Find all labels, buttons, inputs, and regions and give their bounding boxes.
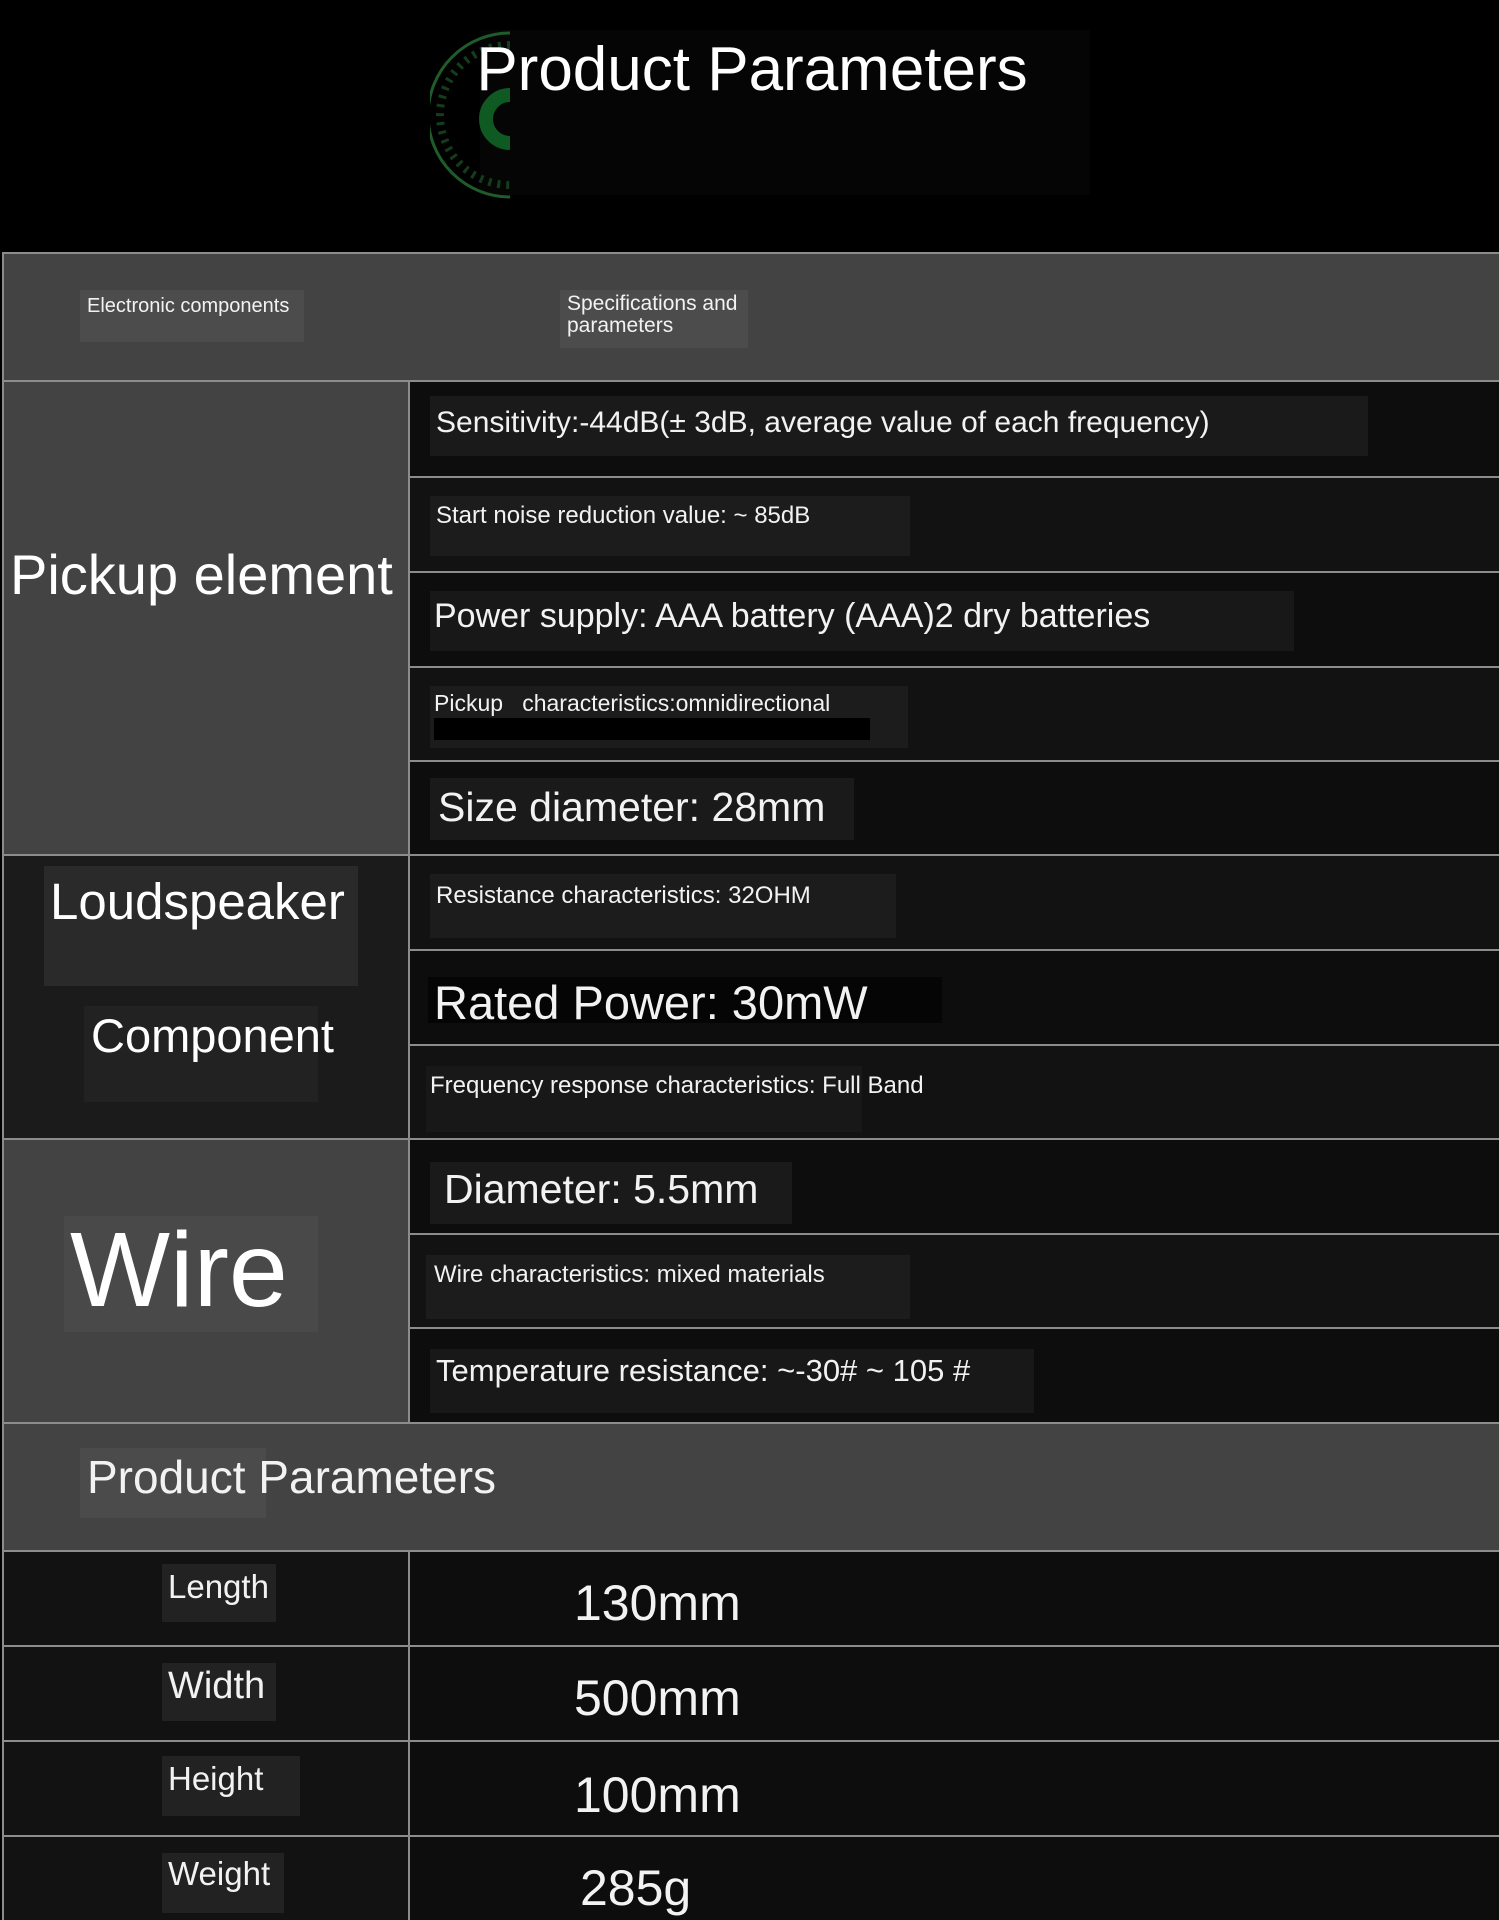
spec-row: Size diameter: 28mm (408, 760, 1499, 854)
spec-row: Frequency response characteristics: Full… (408, 1044, 1499, 1138)
group-name-line2: Component (91, 1009, 334, 1062)
param-label: Height (168, 1760, 264, 1797)
group-name: Wire (70, 1211, 288, 1329)
group-name: Pickup element (10, 543, 393, 606)
group-label-loudspeaker: Loudspeaker Component (2, 854, 408, 1138)
param-label: Length (168, 1568, 269, 1605)
product-params-title: Product Parameters (87, 1451, 497, 1503)
spec-text: Temperature resistance: ~-30# ~ 105 # (436, 1353, 971, 1388)
page-title: Product Parameters (476, 35, 1028, 104)
group-name-line1: Loudspeaker (50, 873, 345, 930)
spec-table: Electronic components Specifications and… (2, 252, 1499, 1920)
column-header-specs-line2: parameters (567, 314, 674, 337)
spec-text: Frequency response characteristics: Full… (430, 1072, 924, 1099)
column-header-components: Electronic components (87, 295, 290, 317)
param-label-cell: Length (2, 1550, 408, 1645)
column-header-specs-line1: Specifications and (567, 292, 738, 315)
spec-row: Power supply: AAA battery (AAA)2 dry bat… (408, 571, 1499, 666)
param-label: Width (168, 1665, 266, 1707)
group-label-wire: Wire (2, 1138, 408, 1422)
spec-text: Rated Power: 30mW (434, 976, 868, 1029)
spec-row: Sensitivity:-44dB(± 3dB, average value o… (408, 380, 1499, 476)
product-params-header: Product Parameters (2, 1422, 1499, 1550)
param-label-cell: Height (2, 1740, 408, 1835)
spec-text: Start noise reduction value: ~ 85dB (436, 502, 811, 529)
spec-row: Start noise reduction value: ~ 85dB (408, 476, 1499, 571)
group-label-pickup: Pickup element (2, 380, 408, 854)
param-value-cell: 285g (408, 1835, 1499, 1920)
spec-text: Size diameter: 28mm (438, 784, 826, 830)
spec-row: Diameter: 5.5mm (408, 1138, 1499, 1233)
column-header-row: Electronic components Specifications and… (2, 252, 1499, 380)
spec-row: Temperature resistance: ~-30# ~ 105 # (408, 1327, 1499, 1422)
param-value-cell: 130mm (408, 1550, 1499, 1645)
spec-text: Pickup characteristics:omnidirectional (434, 690, 831, 716)
spec-row: Resistance characteristics: 32OHM (408, 854, 1499, 949)
param-value: 130mm (574, 1575, 741, 1631)
text-plate-dark (434, 718, 870, 740)
spec-text: Resistance characteristics: 32OHM (436, 882, 811, 909)
param-value-cell: 500mm (408, 1645, 1499, 1740)
spec-text: Diameter: 5.5mm (444, 1166, 759, 1212)
param-value: 285g (580, 1860, 692, 1916)
param-value-cell: 100mm (408, 1740, 1499, 1835)
spec-row: Rated Power: 30mW (408, 949, 1499, 1044)
param-label: Weight (168, 1855, 271, 1892)
spec-row: Wire characteristics: mixed materials (408, 1233, 1499, 1327)
param-label-cell: Weight (2, 1835, 408, 1920)
spec-text: Wire characteristics: mixed materials (434, 1261, 825, 1288)
spec-text: Sensitivity:-44dB(± 3dB, average value o… (436, 406, 1210, 439)
param-label-cell: Width (2, 1645, 408, 1740)
param-value: 500mm (574, 1670, 741, 1726)
spec-row: Pickup characteristics:omnidirectional (408, 666, 1499, 760)
spec-text: Power supply: AAA battery (AAA)2 dry bat… (434, 597, 1151, 635)
param-value: 100mm (574, 1767, 741, 1823)
